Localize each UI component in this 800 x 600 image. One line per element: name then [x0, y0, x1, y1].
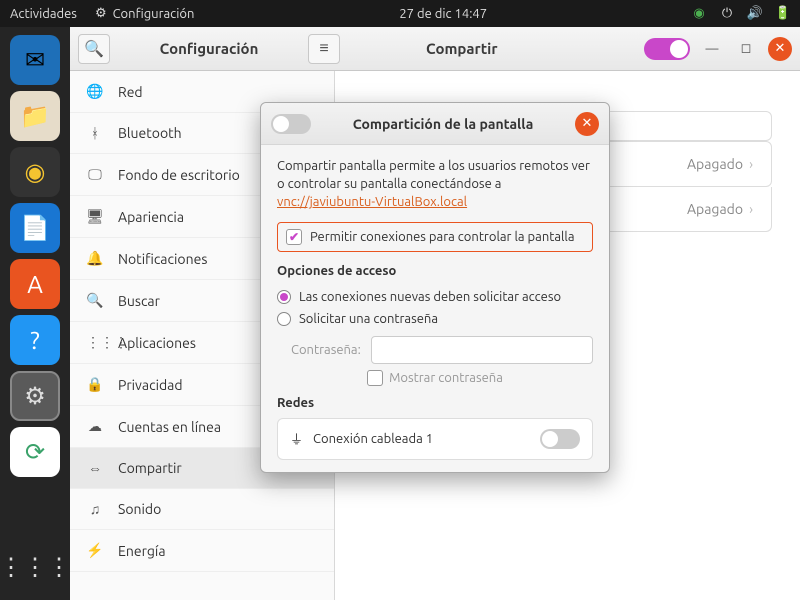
- dock-remmina[interactable]: ⟳: [10, 427, 60, 477]
- dialog-title: Compartición de la pantalla: [311, 116, 575, 132]
- vnc-link[interactable]: vnc://javiubuntu-VirtualBox.local: [277, 195, 467, 209]
- close-icon: ✕: [582, 116, 593, 131]
- dialog-description: Compartir pantalla permite a los usuario…: [277, 157, 593, 212]
- sidebar-item-label: Notificaciones: [118, 251, 207, 267]
- radio-request-label: Las conexiones nuevas deben solicitar ac…: [299, 290, 561, 304]
- radio-require-password[interactable]: Solicitar una contraseña: [277, 308, 593, 330]
- allow-control-row[interactable]: ✔ Permitir conexiones para controlar la …: [277, 222, 593, 252]
- sidebar-item-label: Red: [118, 84, 143, 100]
- bluetooth-icon: ᚼ: [86, 125, 104, 141]
- status-circle-icon[interactable]: ◉: [692, 7, 706, 21]
- network-name: Conexión cableada 1: [313, 432, 530, 446]
- sidebar-item-label: Energía: [118, 543, 166, 559]
- sidebar-item-label: Cuentas en línea: [118, 419, 221, 435]
- app-menu-label: Configuración: [113, 7, 195, 21]
- radio-password-label: Solicitar una contraseña: [299, 312, 438, 326]
- dialog-description-text: Compartir pantalla permite a los usuario…: [277, 159, 590, 191]
- show-password-label: Mostrar contraseña: [389, 371, 503, 385]
- password-input[interactable]: [371, 336, 593, 364]
- sidebar-item-label: Privacidad: [118, 377, 183, 393]
- dock-apps-grid[interactable]: ⋮⋮⋮: [10, 542, 60, 592]
- sidebar-item-label: Apariencia: [118, 209, 184, 225]
- hamburger-button[interactable]: ≡: [308, 34, 340, 64]
- battery-icon[interactable]: 🔋: [776, 7, 790, 21]
- allow-control-label: Permitir conexiones para controlar la pa…: [310, 230, 575, 244]
- row-status: Apagado: [687, 156, 743, 172]
- app-menu[interactable]: ⚙ Configuración: [95, 6, 194, 21]
- power-icon: ⚡: [86, 542, 104, 559]
- maximize-button[interactable]: ◻: [734, 37, 758, 61]
- sidebar-item-label: Sonido: [118, 501, 161, 517]
- bell-icon: 🔔: [86, 250, 104, 267]
- cloud-icon: ☁: [86, 418, 104, 435]
- window-title: Configuración: [116, 40, 302, 57]
- dialog-header: Compartición de la pantalla ✕: [261, 103, 609, 145]
- screen-sharing-dialog: Compartición de la pantalla ✕ Compartir …: [260, 102, 610, 473]
- sidebar-item-energia[interactable]: ⚡ Energía: [70, 530, 334, 572]
- dock: ✉ 📁 ◉ 📄 A ? ⚙ ⟳ ⋮⋮⋮: [0, 27, 70, 600]
- sidebar-item-sonido[interactable]: ♫ Sonido: [70, 489, 334, 530]
- search-button[interactable]: 🔍: [78, 34, 110, 64]
- radio-request-access[interactable]: Las conexiones nuevas deben solicitar ac…: [277, 286, 593, 308]
- wired-icon: ⏚: [290, 429, 303, 448]
- screen-sharing-toggle[interactable]: [271, 114, 311, 134]
- dock-rhythmbox[interactable]: ◉: [10, 147, 60, 197]
- panel-title: Compartir: [426, 40, 498, 57]
- sidebar-item-label: Compartir: [118, 460, 182, 476]
- networks-title: Redes: [277, 396, 593, 410]
- gnome-top-bar: Actividades ⚙ Configuración 27 de dic 14…: [0, 0, 800, 27]
- search-icon: 🔍: [84, 39, 104, 58]
- row-status: Apagado: [687, 201, 743, 217]
- globe-icon: 🌐: [86, 83, 104, 100]
- headerbar: 🔍 Configuración ≡ Compartir — ◻ ✕: [70, 27, 800, 71]
- dock-software[interactable]: A: [10, 259, 60, 309]
- network-toggle[interactable]: [540, 429, 580, 449]
- allow-control-checkbox[interactable]: ✔: [286, 229, 302, 245]
- network-row: ⏚ Conexión cableada 1: [277, 418, 593, 460]
- sound-icon: ♫: [86, 501, 104, 517]
- gear-icon: ⚙: [95, 6, 107, 21]
- sidebar-item-label: Bluetooth: [118, 125, 182, 141]
- access-options-title: Opciones de acceso: [277, 264, 593, 278]
- dock-writer[interactable]: 📄: [10, 203, 60, 253]
- sharing-master-toggle[interactable]: [644, 38, 690, 60]
- apps-icon: ⋮⋮⋮: [86, 334, 104, 351]
- volume-icon[interactable]: 🔊: [748, 7, 762, 21]
- search-nav-icon: 🔍: [86, 292, 104, 309]
- lock-icon: 🔒: [86, 376, 104, 393]
- share-icon: ⇔: [86, 460, 104, 476]
- desktop-icon: 🖵: [86, 166, 104, 183]
- sidebar-item-label: Aplicaciones: [118, 335, 196, 351]
- password-label: Contraseña:: [291, 343, 361, 357]
- activities-button[interactable]: Actividades: [10, 7, 77, 21]
- show-password-checkbox[interactable]: ✔: [367, 370, 383, 386]
- clock[interactable]: 27 de dic 14:47: [194, 7, 692, 21]
- sidebar-item-label: Fondo de escritorio: [118, 167, 240, 183]
- dock-thunderbird[interactable]: ✉: [10, 35, 60, 85]
- menu-icon: ≡: [319, 39, 328, 58]
- chevron-right-icon: ›: [749, 156, 753, 172]
- radio-password-input[interactable]: [277, 312, 291, 326]
- dialog-close-button[interactable]: ✕: [575, 112, 599, 136]
- dock-settings[interactable]: ⚙: [10, 371, 60, 421]
- chevron-right-icon: ›: [749, 201, 753, 217]
- dock-help[interactable]: ?: [10, 315, 60, 365]
- minimize-button[interactable]: —: [700, 37, 724, 61]
- network-icon[interactable]: ⏻: [720, 7, 734, 21]
- close-button[interactable]: ✕: [768, 37, 792, 61]
- radio-request-input[interactable]: [277, 290, 291, 304]
- sidebar-item-label: Buscar: [118, 293, 160, 309]
- dock-files[interactable]: 📁: [10, 91, 60, 141]
- display-icon: 🖥: [86, 208, 104, 225]
